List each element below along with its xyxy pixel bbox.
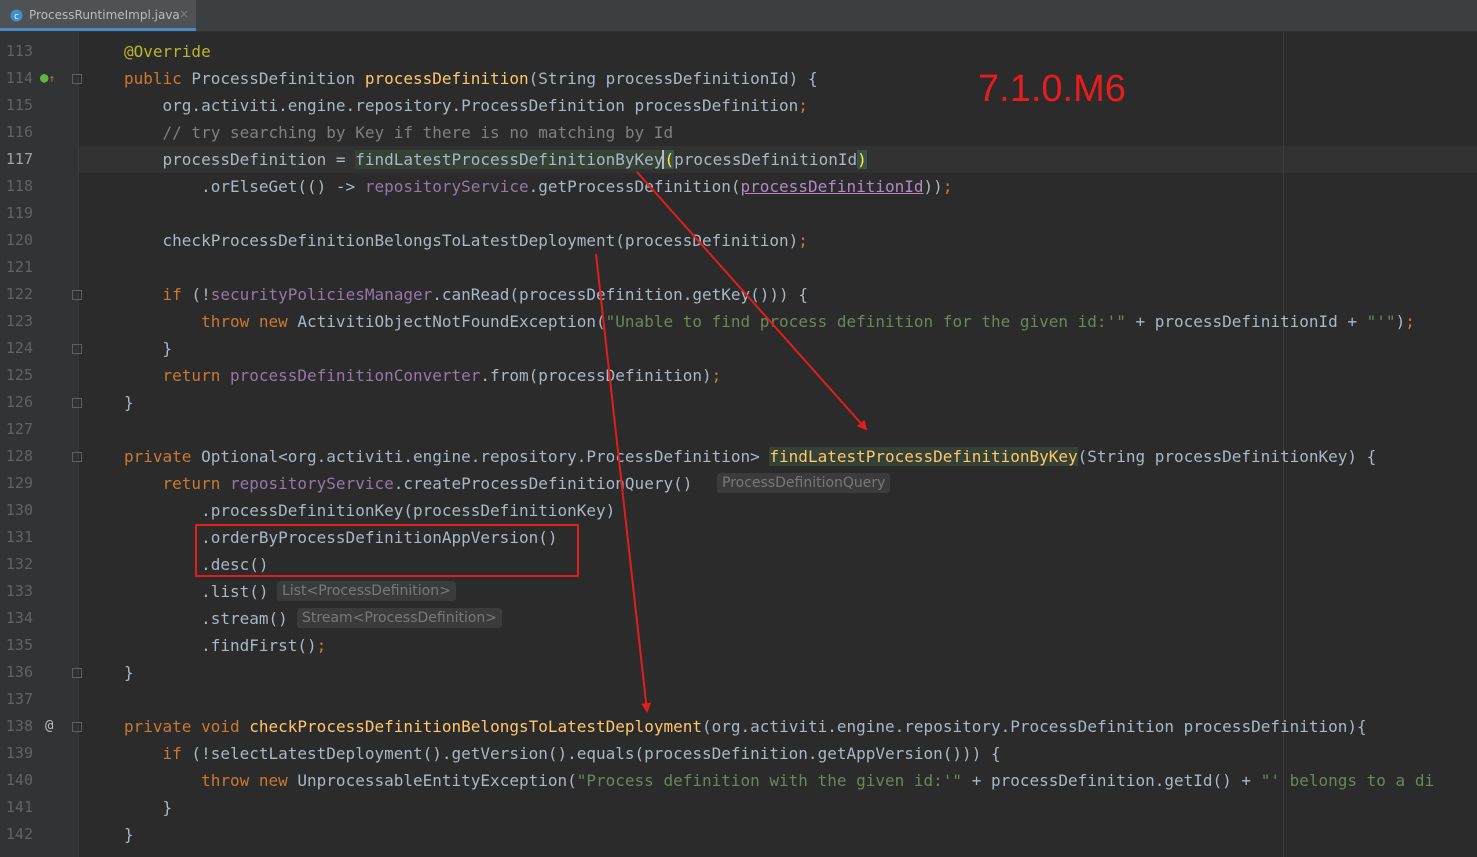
- annotation-arrows: [595, 171, 868, 713]
- arrow-to-check-deployment: [595, 253, 652, 713]
- arrow-to-find-latest: [636, 171, 868, 431]
